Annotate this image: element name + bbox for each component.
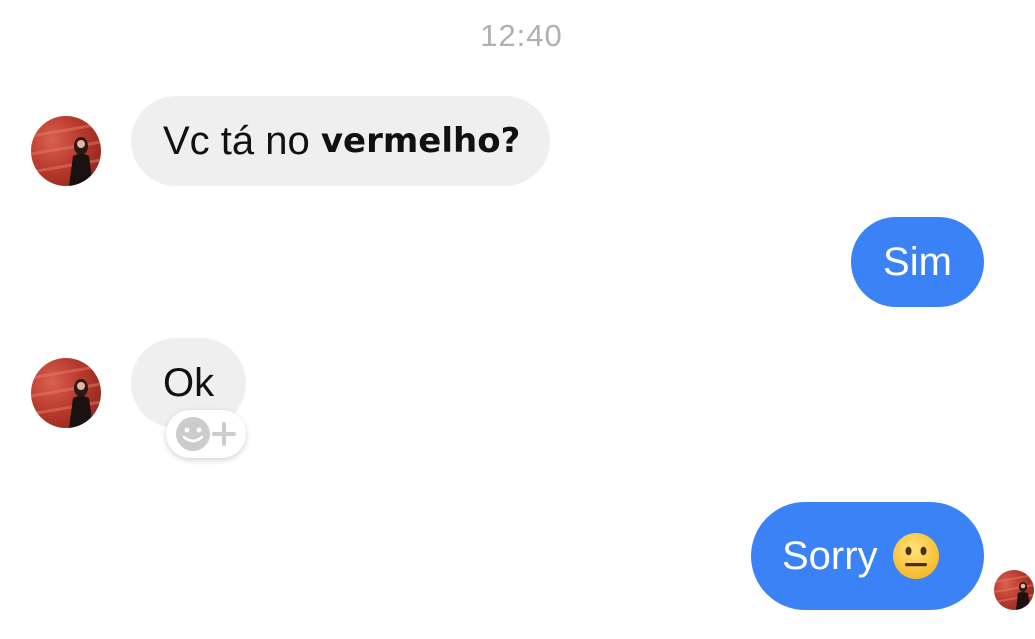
message-bubble-outgoing[interactable]: Sim — [851, 217, 984, 307]
message-text-bold: vermelho? — [320, 121, 521, 161]
neutral-face-emoji — [892, 533, 939, 579]
add-reaction-button[interactable] — [166, 410, 246, 458]
message-bubble-outgoing[interactable]: Sorry — [751, 502, 984, 610]
message-text: Sorry — [782, 533, 878, 578]
avatar[interactable] — [31, 116, 101, 186]
message-text: Vc tá no — [163, 118, 321, 163]
add-reaction-icon — [176, 417, 236, 451]
message-bubble-incoming[interactable]: Vc tá no vermelho? — [131, 96, 550, 186]
timestamp: 12:40 — [480, 18, 563, 53]
message-text: Ok — [163, 360, 215, 405]
avatar[interactable] — [31, 358, 101, 428]
read-receipt-avatar — [994, 570, 1034, 610]
message-text: Sim — [883, 239, 952, 284]
